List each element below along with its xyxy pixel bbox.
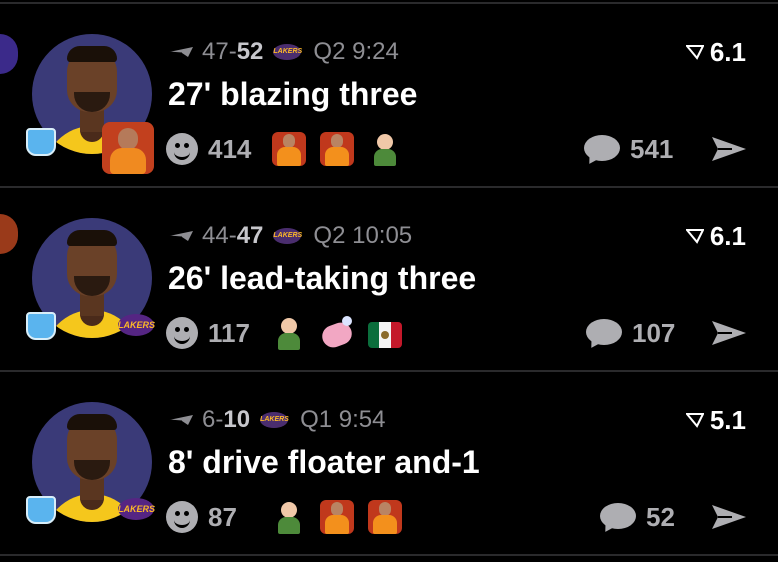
reactions-row: 87 — [166, 496, 402, 538]
score-separator: - — [228, 38, 237, 65]
smile-reaction-icon[interactable] — [166, 501, 198, 533]
lakers-logo-icon: LAKERS — [273, 228, 302, 244]
reaction-count: 414 — [208, 133, 252, 164]
score-team-b: 47 — [236, 222, 264, 249]
soap-icon[interactable] — [320, 316, 354, 350]
quarter-clock: Q2 9:24 — [313, 38, 399, 65]
drake-icon[interactable] — [272, 132, 306, 166]
reaction-count: 117 — [208, 317, 250, 348]
bucket-icon — [26, 312, 56, 340]
rating: 5.1 — [685, 404, 746, 435]
score-team-b: 10 — [223, 406, 251, 433]
score-team-b: 52 — [236, 38, 264, 65]
edge-decoration — [0, 34, 18, 74]
lakers-logo-icon: LAKERS — [260, 412, 289, 428]
lakers-logo-badge: LAKERS — [118, 498, 155, 520]
comment-bubble-icon — [586, 317, 624, 352]
reactions-row: 117 — [166, 312, 402, 354]
score-team-a: 6 — [202, 406, 216, 433]
quarter-clock: Q2 10:05 — [313, 222, 413, 249]
share-icon[interactable] — [710, 318, 748, 348]
bucket-icon — [26, 496, 56, 524]
bottom-divider — [0, 554, 778, 556]
lakers-logo-icon: LAKERS — [273, 44, 302, 60]
comments-button[interactable]: 107 — [586, 314, 675, 352]
highlight-card[interactable]: 47-52 LAKERS Q2 9:24 6.1 27' blazing thr… — [0, 4, 778, 186]
comment-count: 541 — [630, 133, 674, 164]
success-kid-icon[interactable] — [368, 132, 402, 166]
smile-reaction-icon[interactable] — [166, 133, 198, 165]
drake-reaction-badge-icon — [102, 122, 154, 174]
share-icon[interactable] — [710, 134, 748, 164]
paper-plane-small-icon — [168, 231, 193, 241]
drake-icon[interactable] — [320, 132, 354, 166]
comment-bubble-icon — [600, 501, 638, 536]
edge-decoration — [0, 214, 18, 254]
reaction-count: 87 — [208, 501, 237, 532]
drake-icon[interactable] — [320, 500, 354, 534]
bucket-icon — [26, 128, 56, 156]
rating: 6.1 — [685, 220, 746, 251]
share-icon[interactable] — [710, 502, 748, 532]
comment-count: 107 — [632, 317, 676, 348]
drake-icon[interactable] — [368, 500, 402, 534]
comment-bubble-icon — [584, 133, 622, 168]
signal-arrow-icon — [685, 45, 704, 60]
highlight-card[interactable]: LAKERS 44-47 LAKERS Q2 10:05 6.1 26' lea… — [0, 188, 778, 370]
mexico-flag-icon[interactable] — [368, 322, 402, 348]
score-team-a: 44 — [202, 222, 229, 249]
paper-plane-small-icon — [168, 47, 193, 57]
highlight-card[interactable]: LAKERS 6-10 LAKERS Q1 9:54 5.1 8' drive … — [0, 372, 778, 554]
game-meta: 44-47 LAKERS Q2 10:05 — [168, 222, 412, 250]
rating: 6.1 — [685, 36, 746, 67]
score-team-a: 47 — [202, 38, 229, 65]
comment-count: 52 — [646, 501, 675, 532]
score-separator: - — [228, 222, 237, 249]
comments-button[interactable]: 541 — [584, 130, 673, 168]
success-kid-icon[interactable] — [272, 500, 306, 534]
success-kid-icon[interactable] — [272, 316, 306, 350]
lakers-logo-badge: LAKERS — [118, 314, 155, 336]
smile-reaction-icon[interactable] — [166, 317, 198, 349]
game-meta: 6-10 LAKERS Q1 9:54 — [168, 406, 385, 434]
game-meta: 47-52 LAKERS Q2 9:24 — [168, 38, 399, 66]
reactions-row: 414 — [166, 128, 402, 170]
paper-plane-small-icon — [168, 415, 193, 425]
signal-arrow-icon — [685, 413, 704, 428]
rating-value: 6.1 — [709, 36, 746, 67]
highlight-title[interactable]: 8' drive floater and-1 — [168, 444, 480, 481]
comments-button[interactable]: 52 — [600, 498, 675, 536]
highlight-title[interactable]: 27' blazing three — [168, 76, 417, 113]
highlight-title[interactable]: 26' lead-taking three — [168, 260, 476, 297]
score-separator: - — [215, 406, 224, 433]
rating-value: 5.1 — [709, 404, 746, 435]
rating-value: 6.1 — [709, 220, 746, 251]
signal-arrow-icon — [685, 229, 704, 244]
quarter-clock: Q1 9:54 — [300, 406, 386, 433]
